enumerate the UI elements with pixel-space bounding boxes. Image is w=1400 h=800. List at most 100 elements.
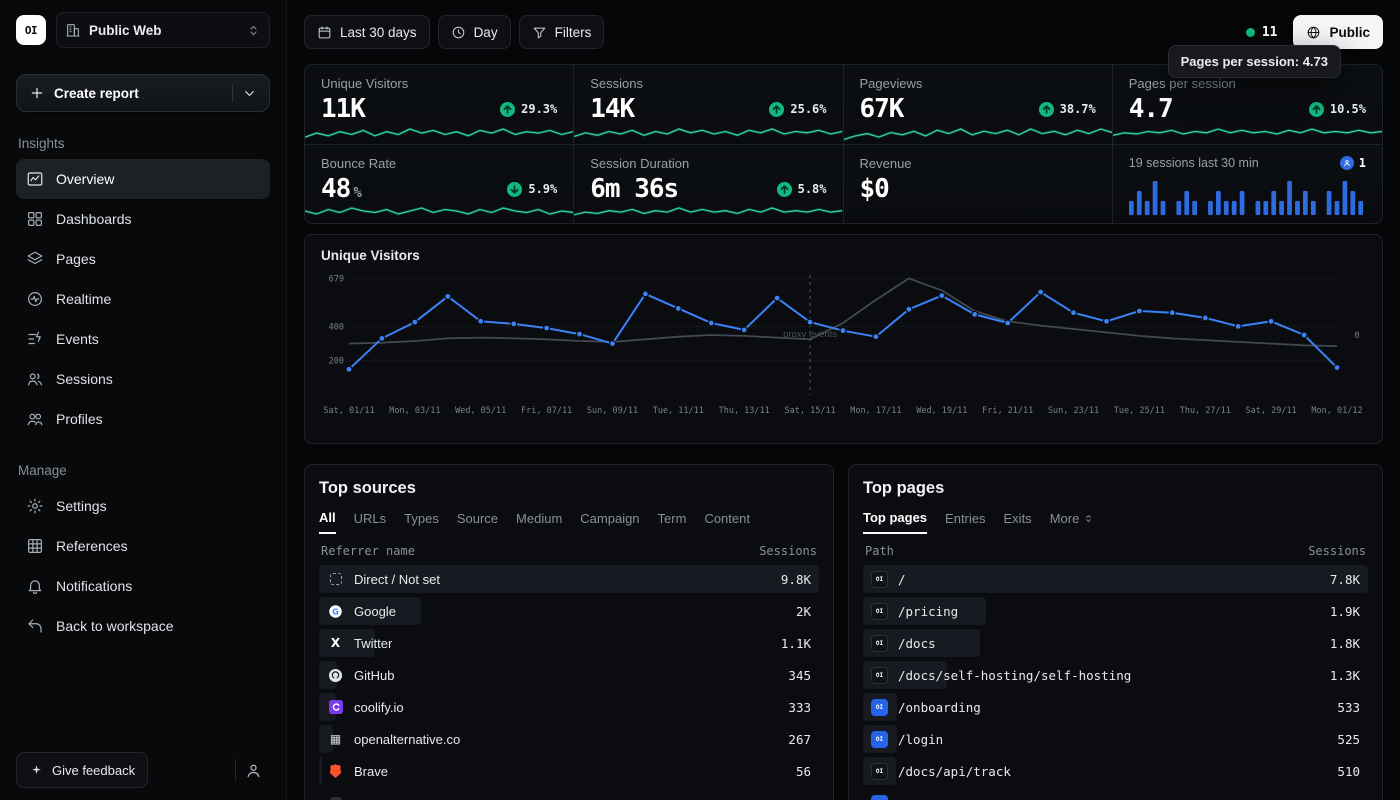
tab-content[interactable]: Content [704,510,750,534]
metric-card-revenue[interactable]: Revenue$0 [844,144,1113,223]
app-logo[interactable]: OI [16,15,46,45]
row-path: /login [898,732,1327,747]
table-row[interactable]: OI/onboarding533 [863,692,1368,722]
metric-delta: 5.8% [777,182,827,197]
interval-button[interactable]: Day [438,15,511,49]
sidebar-item-overview[interactable]: Overview [16,159,270,199]
table-row[interactable]: GitHub345 [319,660,819,690]
visitors-chart[interactable]: 200400679Sat, 01/11Mon, 03/11Wed, 05/11F… [321,267,1366,435]
metric-value-row: 48%5.9% [321,174,557,204]
table-row[interactable]: OI/login525 [863,724,1368,754]
sidebar-item-events[interactable]: Events [16,319,270,359]
tab-term[interactable]: Term [658,510,687,534]
tab-campaign[interactable]: Campaign [580,510,639,534]
table-row[interactable]: OI/docs/api/track510 [863,756,1368,786]
divider [232,84,233,102]
live-user-badge[interactable]: 1 [1340,156,1366,170]
sidebar: OI Public Web Create report InsightsOver… [0,0,287,800]
date-range-button[interactable]: Last 30 days [304,15,430,49]
give-feedback-button[interactable]: Give feedback [16,752,148,788]
sidebar-item-notifications[interactable]: Notifications [16,566,270,606]
sidebar-item-back-to-workspace[interactable]: Back to workspace [16,606,270,646]
table-row[interactable]: OI/docs/self-hosting/self-hosting1.3K [863,660,1368,690]
metric-delta-value: 38.7% [1060,102,1096,116]
metric-value-suffix: % [353,185,360,201]
metric-value: 11K [321,94,365,124]
top-pages-title: Top pages [863,479,1368,498]
row-sessions: 2K [796,604,811,619]
sidebar-item-profiles[interactable]: Profiles [16,399,270,439]
svg-text:Sun, 23/11: Sun, 23/11 [1048,406,1099,416]
github-icon [327,667,344,684]
tab-all[interactable]: All [319,510,336,534]
table-row[interactable]: OI/7.8K [863,564,1368,594]
metric-delta-value: 5.9% [528,182,557,196]
tab-urls[interactable]: URLs [354,510,387,534]
metric-label: Pageviews [860,76,1096,91]
tab-label: URLs [354,511,387,526]
sidebar-item-dashboards[interactable]: Dashboards [16,199,270,239]
row-sessions: 533 [1337,700,1360,715]
metric-value-row: $0 [860,174,1096,204]
sidebar-item-label: Back to workspace [56,618,174,634]
metric-value: $0 [860,174,889,204]
give-feedback-label: Give feedback [52,763,135,778]
top-sources-tabs: All URLs Types Source Medium Campaign Term Cont… [319,510,819,534]
metric-delta-value: 25.6% [790,102,826,116]
tab-top-pages[interactable]: Top pages [863,510,927,534]
openpanel-favicon: OI [871,667,888,684]
public-share-button[interactable]: Public [1293,15,1383,49]
table-row[interactable] [319,788,819,800]
tab-label: Medium [516,511,562,526]
sidebar-item-realtime[interactable]: Realtime [16,279,270,319]
sidebar-item-settings[interactable]: Settings [16,486,270,526]
row-sessions: 525 [1337,732,1360,747]
table-row[interactable]: OI [863,788,1368,800]
metric-card-pageviews[interactable]: Pageviews67K38.7% [844,65,1113,144]
pages-icon [26,250,44,268]
tab-exits[interactable]: Exits [1004,510,1032,534]
metric-card-bounce-rate[interactable]: Bounce Rate48%5.9% [305,144,574,223]
metric-card-unique-visitors[interactable]: Unique Visitors11K29.3% [305,65,574,144]
tab-more[interactable]: More [1050,510,1095,534]
metric-card-sessions[interactable]: Sessions14K25.6% [574,65,843,144]
column-sessions[interactable]: Sessions [759,544,817,558]
table-row[interactable]: Brave56 [319,756,819,786]
table-row[interactable]: OI/pricing1.9K [863,596,1368,626]
tab-source[interactable]: Source [457,510,498,534]
chevron-down-icon[interactable] [242,86,257,101]
live-visitors-badge[interactable]: 11 [1246,25,1278,40]
table-row[interactable]: GGoogle2K [319,596,819,626]
svg-text:G: G [332,606,339,616]
tab-medium[interactable]: Medium [516,510,562,534]
svg-text:Mon, 03/11: Mon, 03/11 [389,406,440,416]
filters-button[interactable]: Filters [519,15,605,49]
metric-sparkline [305,125,573,144]
openpanel-favicon: OI [871,571,888,588]
table-row[interactable]: Direct / Not set9.8K [319,564,819,594]
table-row[interactable]: ▦openalternative.co267 [319,724,819,754]
live-visitors-count: 11 [1262,25,1278,40]
openalternative-icon: ▦ [327,731,344,748]
metric-card-19-sessions-last-30-min[interactable]: 19 sessions last 30 min1 [1113,144,1382,223]
sidebar-item-label: Realtime [56,291,111,307]
table-row[interactable]: OI/docs1.8K [863,628,1368,658]
metric-delta: 5.9% [507,182,557,197]
metric-card-session-duration[interactable]: Session Duration6m 36s5.8% [574,144,843,223]
table-row[interactable]: XTwitter1.1K [319,628,819,658]
tab-entries[interactable]: Entries [945,510,985,534]
back-icon [26,617,44,635]
sidebar-item-pages[interactable]: Pages [16,239,270,279]
profile-button[interactable] [236,753,270,787]
tab-types[interactable]: Types [404,510,439,534]
row-sessions: 1.9K [1330,604,1360,619]
workspace-selector[interactable]: Public Web [56,12,270,48]
create-report-button[interactable]: Create report [16,74,270,112]
top-sources-card: Top sources AllURLsTypesSourceMediumCamp… [304,464,834,800]
sidebar-item-sessions[interactable]: Sessions [16,359,270,399]
metric-sparkline [305,204,573,223]
filters-label: Filters [555,25,592,40]
sidebar-item-references[interactable]: References [16,526,270,566]
table-row[interactable]: coolify.io333 [319,692,819,722]
column-sessions[interactable]: Sessions [1308,544,1366,558]
